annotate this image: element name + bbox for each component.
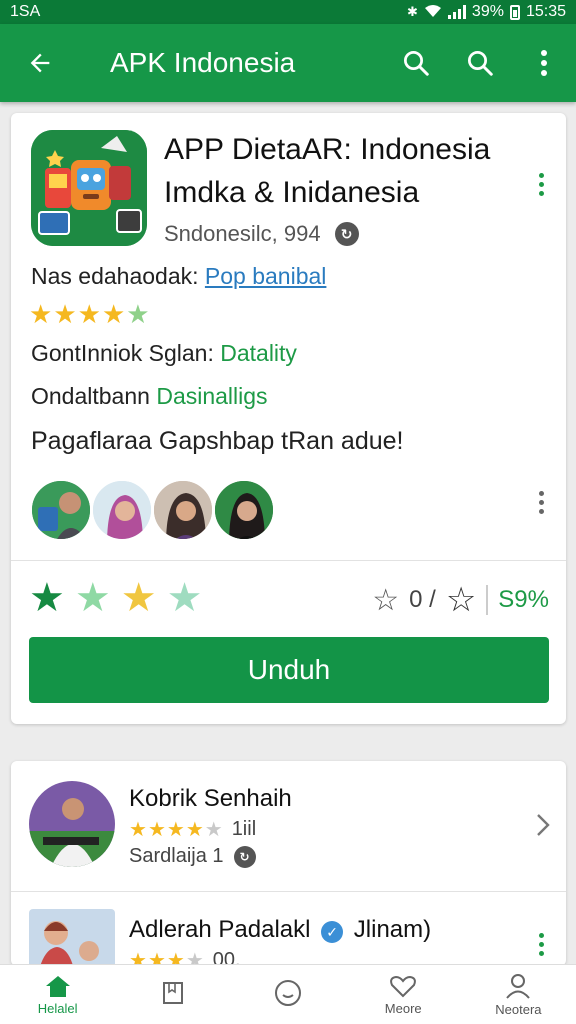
star-icon: ★ bbox=[53, 299, 77, 329]
star-icon[interactable]: ★ bbox=[167, 578, 203, 618]
back-button[interactable] bbox=[0, 24, 80, 102]
star-icon[interactable]: ★ bbox=[29, 578, 65, 618]
star-icon[interactable]: ★ bbox=[121, 578, 157, 618]
avatar[interactable] bbox=[29, 781, 115, 867]
status-bar: 1SA ✱ 39% 15:35 bbox=[0, 0, 576, 24]
wifi-icon bbox=[424, 4, 442, 21]
verified-icon: ✓ bbox=[321, 921, 344, 943]
user-avatars[interactable] bbox=[29, 478, 276, 542]
review-badge: Jlinam) bbox=[353, 916, 432, 943]
info-line: Nas edahaodak: Pop banibal bbox=[31, 263, 326, 290]
reviews-card: Kobrik Senhaih ★ ★ ★ ★ ★ 1iil Sardlaija … bbox=[11, 761, 566, 995]
star-icon: ★ bbox=[29, 299, 53, 329]
avatar[interactable] bbox=[212, 478, 276, 542]
nav-more[interactable]: Meore bbox=[346, 965, 461, 1024]
star-icon: ★ bbox=[77, 299, 101, 329]
compass-icon bbox=[275, 980, 301, 1006]
app-more-button[interactable] bbox=[537, 173, 545, 196]
avatar[interactable] bbox=[151, 478, 215, 542]
info-line-label: Nas edahaodak: bbox=[31, 263, 199, 289]
avatars-more-button[interactable] bbox=[537, 491, 545, 514]
review-sub: Sardlaija 1 ↻ bbox=[129, 845, 256, 868]
review-name-row: Adlerah Padalakl ✓ Jlinam) bbox=[129, 916, 431, 944]
review-sub-text: Sardlaija 1 bbox=[129, 845, 224, 867]
search-button[interactable] bbox=[384, 24, 448, 102]
app-detail-card: APP DietaAR: Indonesia Imdka & Inidanesi… bbox=[11, 113, 566, 724]
app-rating-stars: ★ ★ ★ ★ ★ bbox=[29, 301, 150, 327]
info-line-link[interactable]: Pop banibal bbox=[205, 263, 327, 289]
rate-percent: S9% bbox=[498, 586, 549, 613]
more-vert-icon bbox=[541, 50, 547, 76]
review-name: Kobrik Senhaih bbox=[129, 785, 292, 812]
bluetooth-icon: ✱ bbox=[407, 4, 418, 19]
subcategory-line: Ondaltbann Dasinalligs bbox=[31, 383, 268, 410]
rating-summary: ☆ 0 / ☆ S9% bbox=[372, 580, 549, 620]
developer-name: Sndonesilc, 994 bbox=[164, 221, 321, 246]
star-outline-icon[interactable]: ☆ bbox=[446, 580, 476, 620]
home-icon bbox=[45, 975, 70, 997]
search-icon bbox=[468, 51, 493, 76]
star-icon: ★ bbox=[185, 819, 204, 841]
star-icon: ★ bbox=[101, 299, 126, 329]
book-icon bbox=[162, 982, 183, 1004]
battery-percent: 39% bbox=[471, 3, 504, 20]
subcategory-label: Ondaltbann bbox=[31, 383, 150, 409]
avatar[interactable] bbox=[90, 478, 154, 542]
nav-home[interactable]: Helalel bbox=[0, 965, 115, 1024]
nav-explore[interactable] bbox=[230, 965, 345, 1024]
nav-more-label: Meore bbox=[384, 1000, 422, 1016]
review-stars: ★ ★ ★ ★ ★ 1iil bbox=[129, 817, 256, 842]
app-title: APP DietaAR: Indonesia Imdka & Inidanesi… bbox=[164, 133, 491, 209]
nav-profile[interactable]: Neotera bbox=[461, 965, 576, 1024]
status-time-right: 15:35 bbox=[525, 3, 566, 20]
developer-line: Sndonesilc, 994 ↻ bbox=[164, 221, 359, 247]
app-bar-title: APK Indonesia bbox=[110, 47, 296, 78]
download-button[interactable]: Unduh bbox=[29, 637, 549, 703]
category-line: GontInniok Sglan: Datality bbox=[31, 340, 297, 367]
avatar[interactable] bbox=[29, 478, 93, 542]
signal-icon bbox=[447, 5, 466, 19]
star-icon[interactable]: ★ bbox=[75, 578, 111, 618]
review-name: Adlerah Padalakl bbox=[129, 916, 311, 943]
info-icon[interactable]: ↻ bbox=[233, 845, 256, 868]
divider bbox=[11, 891, 566, 892]
overflow-menu-button[interactable] bbox=[512, 24, 576, 102]
nav-profile-label: Neotera bbox=[495, 1001, 542, 1017]
battery-icon bbox=[509, 4, 520, 20]
star-icon: ★ bbox=[147, 819, 166, 841]
star-icon: ★ bbox=[204, 819, 223, 841]
review-more-button[interactable] bbox=[537, 933, 545, 956]
arrow-back-icon bbox=[30, 53, 50, 73]
app-bar: APK Indonesia bbox=[0, 24, 576, 102]
divider bbox=[11, 560, 566, 561]
chevron-right-icon[interactable] bbox=[536, 813, 550, 837]
subcategory-value[interactable]: Dasinalligs bbox=[156, 383, 267, 409]
status-time-left: 1SA bbox=[10, 3, 41, 20]
rate-stars[interactable]: ★ ★ ★ ★ bbox=[29, 578, 202, 618]
review-count: 1iil bbox=[231, 818, 257, 840]
nav-home-label: Helalel bbox=[37, 1000, 78, 1016]
app-icon[interactable] bbox=[31, 130, 147, 246]
star-icon: ★ bbox=[166, 819, 185, 841]
star-outline-icon[interactable]: ☆ bbox=[372, 583, 399, 618]
rate-count: 0 / bbox=[409, 586, 436, 613]
star-icon: ★ bbox=[129, 819, 147, 841]
search-button-2[interactable] bbox=[448, 24, 512, 102]
person-icon bbox=[506, 973, 531, 999]
app-tagline: Pagaflaraa Gapshbap tRan adue! bbox=[31, 427, 404, 455]
vertical-separator bbox=[486, 585, 489, 615]
heart-icon bbox=[390, 975, 417, 997]
search-icon bbox=[404, 51, 429, 76]
category-label: GontInniok Sglan: bbox=[31, 340, 214, 366]
nav-library[interactable] bbox=[115, 965, 230, 1024]
bottom-nav: Helalel Meore Neotera bbox=[0, 964, 576, 1024]
star-icon: ★ bbox=[126, 299, 150, 329]
category-value[interactable]: Datality bbox=[220, 340, 297, 366]
info-icon[interactable]: ↻ bbox=[334, 222, 359, 246]
